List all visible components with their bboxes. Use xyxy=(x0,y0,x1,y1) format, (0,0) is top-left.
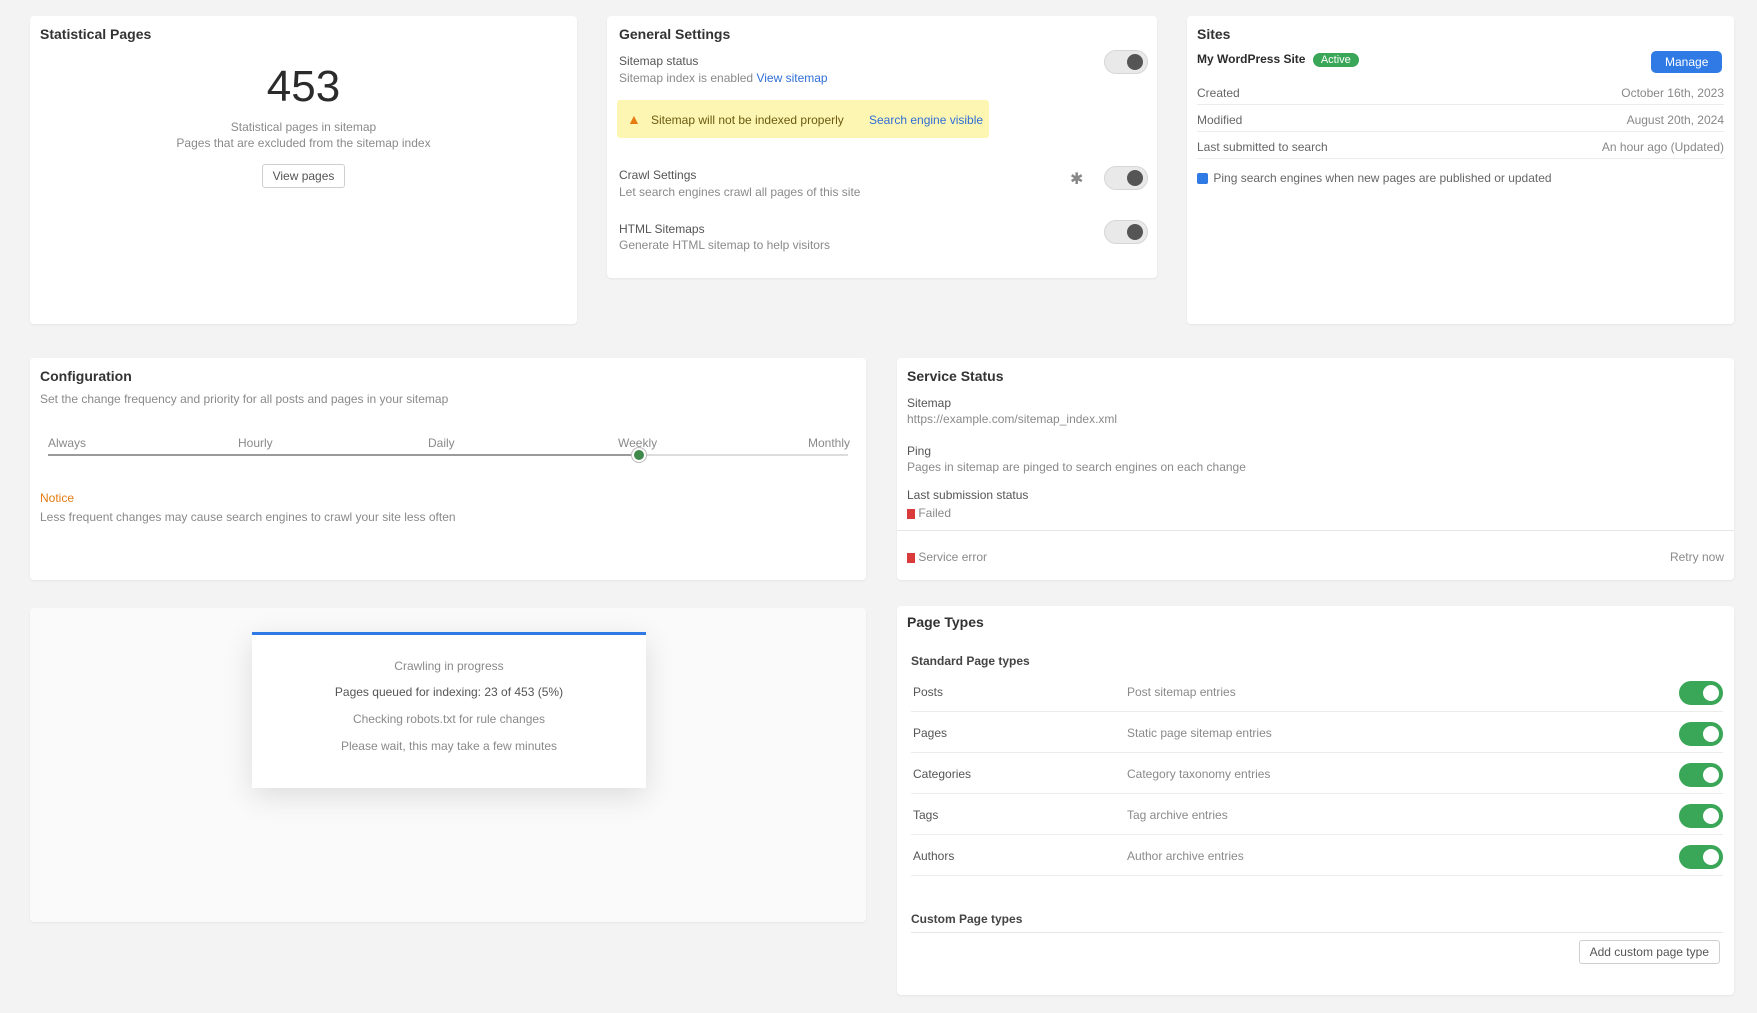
page-type-desc: Tag archive entries xyxy=(1127,808,1228,822)
site-info-label: Last submitted to search xyxy=(1197,140,1328,154)
site-info-value: October 16th, 2023 xyxy=(1621,86,1724,100)
error-icon xyxy=(907,552,915,563)
page-type-desc: Category taxonomy entries xyxy=(1127,767,1271,781)
sites-title: Sites xyxy=(1197,26,1231,42)
crawl-popup-line: Pages queued for indexing: 23 of 453 (5%… xyxy=(334,685,564,699)
ping-checkbox[interactable] xyxy=(1197,173,1208,185)
configuration-title: Configuration xyxy=(40,368,132,384)
service-row-value: Failed xyxy=(918,506,952,520)
slider-step-label[interactable]: Hourly xyxy=(238,436,273,450)
configuration-card: Configuration Set the change frequency a… xyxy=(30,358,866,580)
site-info-label: Modified xyxy=(1197,113,1243,127)
page-type-row: Pages Static page sitemap entries xyxy=(911,715,1723,753)
statistics-title: Statistical Pages xyxy=(40,26,152,42)
sitemap-status-label: Sitemap status xyxy=(619,54,699,68)
html-sitemap-toggle[interactable] xyxy=(1104,220,1148,244)
slider-step-label[interactable]: Monthly xyxy=(808,436,850,450)
sitemap-status-sub: Sitemap index is enabled xyxy=(619,71,754,85)
add-custom-page-type-button[interactable]: Add custom page type xyxy=(1578,940,1720,964)
page-type-name: Authors xyxy=(913,849,955,863)
error-icon xyxy=(907,508,915,519)
configuration-subtitle: Set the change frequency and priority fo… xyxy=(40,392,449,406)
crawl-settings-sub: Let search engines crawl all pages of th… xyxy=(619,185,861,199)
view-pages-button[interactable]: View pages xyxy=(261,164,346,188)
warning-icon: ▲ xyxy=(627,111,641,127)
service-row-label: Last submission status xyxy=(907,488,1029,502)
page-type-desc: Post sitemap entries xyxy=(1127,685,1236,699)
page-types-card: Page Types Standard Page types Posts Post… xyxy=(897,606,1734,995)
crawl-popup-title: Crawling in progress xyxy=(394,659,504,673)
search-engine-visible-link[interactable]: Search engine visible xyxy=(869,113,983,127)
crawl-settings-toggle[interactable] xyxy=(1104,166,1148,190)
ping-checkbox-label: Ping search engines when new pages are p… xyxy=(1213,171,1552,185)
page-type-row: Tags Tag archive entries xyxy=(911,797,1723,835)
info-icon[interactable]: ✱ xyxy=(1070,169,1083,189)
page-type-name: Pages xyxy=(913,726,948,740)
page-type-toggle[interactable] xyxy=(1679,804,1723,828)
manage-site-button[interactable]: Manage xyxy=(1651,51,1723,73)
notice-label: Notice xyxy=(40,491,75,505)
page-type-desc: Author archive entries xyxy=(1127,849,1244,863)
page-type-toggle[interactable] xyxy=(1679,845,1723,869)
statistics-desc: Statistical pages in sitemap xyxy=(230,120,377,134)
statistics-card: Statistical Pages 453 Statistical pages … xyxy=(30,16,577,324)
site-info-row: Created October 16th, 2023 xyxy=(1197,80,1724,105)
frequency-slider[interactable]: Always Hourly Daily Weekly Monthly xyxy=(48,430,850,470)
page-type-name: Categories xyxy=(913,767,972,781)
site-info-label: Created xyxy=(1197,86,1240,100)
standard-page-types-heading: Standard Page types xyxy=(911,654,1030,668)
sites-card: Sites My WordPress Site Active Manage Cr… xyxy=(1187,16,1734,324)
custom-divider xyxy=(911,932,1723,933)
site-info-value: August 20th, 2024 xyxy=(1626,113,1724,127)
slider-handle[interactable] xyxy=(632,448,646,462)
page-type-toggle[interactable] xyxy=(1679,763,1723,787)
slider-step-label[interactable]: Daily xyxy=(428,436,455,450)
site-info-row: Modified August 20th, 2024 xyxy=(1197,107,1724,132)
warning-text: Sitemap will not be indexed properly xyxy=(651,113,844,127)
service-row-value: https://example.com/sitemap_index.xml xyxy=(907,412,1118,426)
crawl-settings-label: Crawl Settings xyxy=(619,168,697,182)
crawl-popup-line: Please wait, this may take a few minutes xyxy=(340,739,558,753)
html-sitemap-label: HTML Sitemaps xyxy=(619,222,705,236)
custom-page-types-heading: Custom Page types xyxy=(911,912,1023,926)
page-type-name: Posts xyxy=(913,685,944,699)
warning-banner: ▲ Sitemap will not be indexed properly S… xyxy=(617,100,989,138)
service-status-title: Service Status xyxy=(907,368,1004,384)
general-settings-title: General Settings xyxy=(619,26,731,42)
notice-text: Less frequent changes may cause search e… xyxy=(40,510,456,524)
page-type-row: Posts Post sitemap entries xyxy=(911,674,1723,712)
service-row-label: Ping xyxy=(907,444,932,458)
view-sitemap-link[interactable]: View sitemap xyxy=(756,71,827,85)
page-type-name: Tags xyxy=(913,808,939,822)
crawl-progress-popup: Crawling in progress Pages queued for in… xyxy=(252,632,646,788)
general-settings-card: General Settings Sitemap status Sitemap … xyxy=(607,16,1157,278)
statistics-desc-2: Pages that are excluded from the sitemap… xyxy=(176,136,431,150)
site-info-value: An hour ago (Updated) xyxy=(1601,140,1724,154)
site-status-badge: Active xyxy=(1312,53,1359,67)
page-type-desc: Static page sitemap entries xyxy=(1127,726,1272,740)
page-type-toggle[interactable] xyxy=(1679,681,1723,705)
retry-button[interactable]: Retry now xyxy=(1670,550,1724,564)
service-status-card: Service Status Sitemap https://example.c… xyxy=(897,358,1734,580)
service-row-value: Pages in sitemap are pinged to search en… xyxy=(907,460,1246,474)
page-types-title: Page Types xyxy=(907,614,984,630)
page-type-toggle[interactable] xyxy=(1679,722,1723,746)
crawl-popup-line: Checking robots.txt for rule changes xyxy=(352,712,546,726)
page-type-row: Categories Category taxonomy entries xyxy=(911,756,1723,794)
site-name[interactable]: My WordPress Site xyxy=(1197,52,1305,66)
slider-fill xyxy=(48,454,640,456)
service-footer-status: Service error xyxy=(918,550,988,564)
site-info-row: Last submitted to search An hour ago (Up… xyxy=(1197,134,1724,159)
statistics-count: 453 xyxy=(266,62,341,111)
service-divider xyxy=(897,530,1734,531)
service-row-label: Sitemap xyxy=(907,396,952,410)
page-type-row: Authors Author archive entries xyxy=(911,838,1723,876)
sitemap-status-toggle[interactable] xyxy=(1104,50,1148,74)
html-sitemap-sub: Generate HTML sitemap to help visitors xyxy=(619,238,830,252)
slider-step-label[interactable]: Always xyxy=(48,436,86,450)
crawl-panel: Crawling in progress Pages queued for in… xyxy=(30,608,866,922)
